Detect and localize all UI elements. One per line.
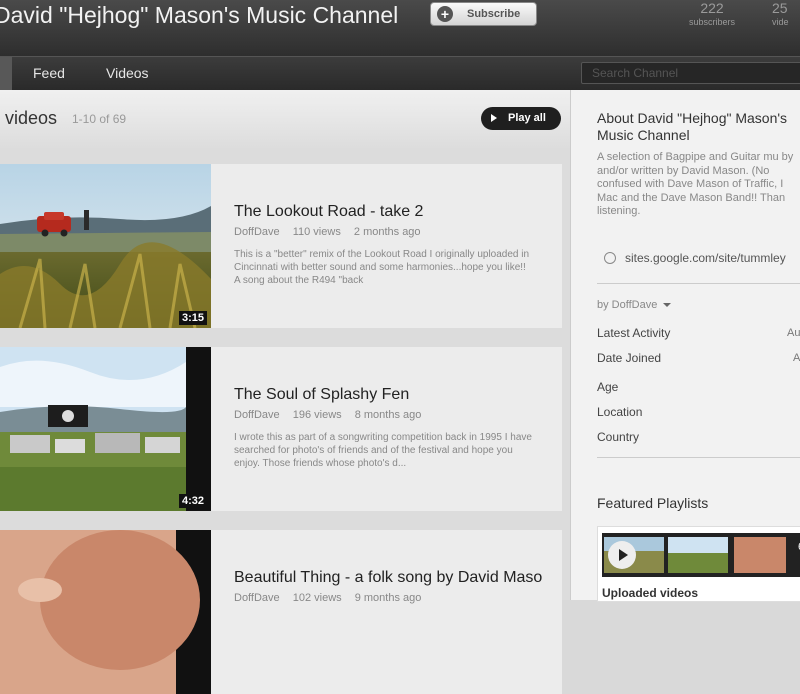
videos-panel: videos 1-10 of 69 Play all 3:15 The Look… (0, 90, 570, 694)
website-link[interactable]: sites.google.com/site/tummley (625, 251, 786, 265)
playlist-title[interactable]: Uploaded videos (602, 586, 698, 600)
channel-header: David "Hejhog" Mason's Music Channel + S… (0, 0, 800, 56)
video-views: 102 views (292, 592, 342, 604)
video-age: 2 months ago (353, 226, 421, 238)
chevron-down-icon (663, 303, 672, 308)
videos-range: 1-10 of 69 (72, 112, 127, 126)
video-duration: 4:32 (178, 494, 207, 508)
video-author[interactable]: DoffDave (234, 409, 280, 421)
info-label-latest-activity: Latest Activity (597, 326, 671, 340)
beautiful-thing-image (0, 530, 211, 694)
video-count: 25 (772, 0, 788, 16)
nav-item-feed[interactable]: Feed (33, 65, 65, 81)
channel-title: David "Hejhog" Mason's Music Channel (0, 2, 399, 28)
nav-item-active[interactable] (0, 57, 12, 90)
video-meta: DoffDave 196 views 8 months ago (234, 409, 431, 421)
info-label-country: Country (597, 430, 640, 444)
play-all-label: Play all (508, 112, 546, 124)
video-age: 8 months ago (354, 409, 422, 421)
video-meta: DoffDave 102 views 9 months ago (234, 592, 431, 604)
video-thumbnail[interactable] (0, 530, 211, 694)
subscriber-stat: 222 subscribers (680, 0, 744, 28)
play-icon (619, 549, 628, 561)
lookout-road-image (0, 164, 211, 328)
video-description: I wrote this as part of a songwriting co… (234, 432, 532, 469)
divider (597, 283, 800, 284)
video-views: 110 views (292, 226, 341, 238)
about-sidebar: About David "Hejhog" Mason's Music Chann… (570, 90, 800, 602)
play-icon (491, 114, 497, 122)
about-description: A selection of Bagpipe and Guitar mu by … (597, 151, 794, 217)
subscriber-caption: subscribers (688, 17, 735, 27)
videos-header: videos 1-10 of 69 Play all (0, 90, 570, 150)
globe-icon (604, 252, 616, 264)
byline-text: by DoffDave (597, 299, 658, 311)
splashy-fen-image (0, 347, 211, 511)
video-meta: DoffDave 110 views 2 months ago (234, 226, 431, 238)
videos-heading: videos (5, 108, 58, 128)
video-thumbnail[interactable]: 4:32 (0, 347, 211, 511)
about-title: About David "Hejhog" Mason's Music Chann… (597, 110, 788, 143)
play-all-button[interactable]: Play all (481, 107, 561, 130)
video-views: 196 views (292, 409, 342, 421)
byline[interactable]: by DoffDave (597, 299, 672, 311)
video-stat: 25 vide (772, 0, 800, 28)
video-age: 9 months ago (354, 592, 422, 604)
info-value-latest-activity: Au (787, 327, 800, 339)
playlist-thumbnails[interactable]: 6 (602, 533, 800, 577)
search-input[interactable] (581, 62, 800, 84)
video-title[interactable]: The Soul of Splashy Fen (234, 386, 409, 404)
divider (597, 457, 800, 458)
subscribe-label: Subscribe (467, 8, 521, 20)
info-label-location: Location (597, 405, 643, 419)
video-description: This is a "better" remix of the Lookout … (234, 249, 530, 286)
channel-nav: Feed Videos (0, 56, 800, 90)
video-title[interactable]: The Lookout Road - take 2 (234, 203, 423, 221)
plus-icon: + (437, 6, 453, 22)
info-value-date-joined: A (793, 352, 800, 364)
play-circle-icon[interactable] (608, 541, 636, 569)
playlist-card[interactable]: 6 Uploaded videos (597, 526, 800, 602)
video-caption: vide (772, 17, 789, 27)
info-label-date-joined: Date Joined (597, 351, 662, 365)
info-label-age: Age (597, 380, 619, 394)
video-card[interactable]: Beautiful Thing - a folk song by David M… (0, 530, 562, 694)
video-author[interactable]: DoffDave (234, 592, 280, 604)
video-thumbnail[interactable]: 3:15 (0, 164, 211, 328)
nav-item-videos[interactable]: Videos (106, 65, 149, 81)
video-title[interactable]: Beautiful Thing - a folk song by David M… (234, 569, 542, 587)
featured-playlists-heading: Featured Playlists (597, 495, 709, 511)
subscribe-button[interactable]: + Subscribe (430, 2, 537, 26)
video-card[interactable]: 3:15 The Lookout Road - take 2 DoffDave … (0, 164, 562, 328)
video-card[interactable]: 4:32 The Soul of Splashy Fen DoffDave 19… (0, 347, 562, 511)
subscriber-count: 222 (700, 0, 724, 16)
video-duration: 3:15 (178, 311, 207, 325)
video-author[interactable]: DoffDave (234, 226, 280, 238)
